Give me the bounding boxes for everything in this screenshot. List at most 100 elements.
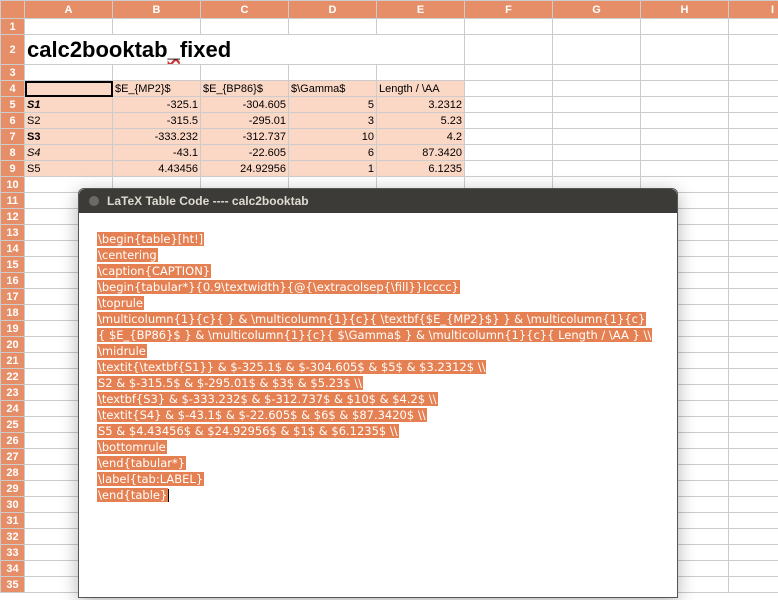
cell[interactable] bbox=[553, 97, 641, 113]
cell[interactable] bbox=[641, 129, 729, 145]
cell[interactable] bbox=[729, 289, 778, 305]
cell[interactable] bbox=[113, 65, 201, 81]
cell[interactable] bbox=[553, 113, 641, 129]
latex-line[interactable]: \multicolumn{1}{c}{ } & \multicolumn{1}{… bbox=[97, 311, 659, 327]
cell[interactable] bbox=[729, 433, 778, 449]
dialog-titlebar[interactable]: LaTeX Table Code ---- calc2booktab bbox=[79, 189, 677, 213]
cell[interactable]: 6 bbox=[289, 145, 377, 161]
latex-code-body[interactable]: \begin{table}[ht!]\centering\caption{CAP… bbox=[79, 213, 677, 521]
cell[interactable]: 4.2 bbox=[377, 129, 465, 145]
cell[interactable]: 87.3420 bbox=[377, 145, 465, 161]
cell[interactable]: -312.737 bbox=[201, 129, 289, 145]
table-header-cell[interactable] bbox=[25, 81, 113, 97]
cell[interactable] bbox=[641, 65, 729, 81]
cell[interactable] bbox=[729, 273, 778, 289]
cell[interactable]: -22.605 bbox=[201, 145, 289, 161]
col-header[interactable]: I bbox=[729, 1, 778, 19]
cell[interactable] bbox=[289, 65, 377, 81]
cell[interactable] bbox=[729, 241, 778, 257]
cell[interactable] bbox=[729, 577, 778, 593]
row-header[interactable]: 32 bbox=[1, 529, 25, 545]
row-header[interactable]: 23 bbox=[1, 385, 25, 401]
row-header[interactable]: 27 bbox=[1, 449, 25, 465]
latex-line[interactable]: \textit{\textbf{S1}} & $-325.1$ & $-304.… bbox=[97, 359, 659, 375]
cell[interactable] bbox=[201, 65, 289, 81]
row-header[interactable]: 11 bbox=[1, 193, 25, 209]
cell[interactable] bbox=[641, 19, 729, 35]
cell[interactable] bbox=[729, 65, 778, 81]
cell[interactable] bbox=[729, 337, 778, 353]
title-cell[interactable]: calc2booktab_fixed bbox=[25, 35, 465, 65]
row-header[interactable]: 13 bbox=[1, 225, 25, 241]
row-header[interactable]: 21 bbox=[1, 353, 25, 369]
cell[interactable] bbox=[729, 369, 778, 385]
latex-line[interactable]: S5 & $4.43456$ & $24.92956$ & $1$ & $6.1… bbox=[97, 423, 659, 439]
col-header[interactable]: B bbox=[113, 1, 201, 19]
cell[interactable]: 4.43456 bbox=[113, 161, 201, 177]
col-header[interactable]: D bbox=[289, 1, 377, 19]
cell[interactable] bbox=[641, 81, 729, 97]
cell[interactable] bbox=[729, 81, 778, 97]
latex-code-dialog[interactable]: LaTeX Table Code ---- calc2booktab \begi… bbox=[78, 188, 678, 598]
cell[interactable] bbox=[465, 97, 553, 113]
cell[interactable] bbox=[553, 65, 641, 81]
col-header[interactable]: A bbox=[25, 1, 113, 19]
cell[interactable]: 10 bbox=[289, 129, 377, 145]
table-header-cell[interactable]: Length / \AA bbox=[377, 81, 465, 97]
row-header[interactable]: 28 bbox=[1, 465, 25, 481]
corner-cell[interactable] bbox=[1, 1, 25, 19]
cell[interactable] bbox=[465, 81, 553, 97]
cell[interactable]: -315.5 bbox=[113, 113, 201, 129]
latex-line[interactable]: \textbf{S3} & $-333.232$ & $-312.737$ & … bbox=[97, 391, 659, 407]
cell[interactable]: S2 bbox=[25, 113, 113, 129]
cell[interactable] bbox=[465, 161, 553, 177]
row-header[interactable]: 22 bbox=[1, 369, 25, 385]
latex-line[interactable]: \toprule bbox=[97, 295, 659, 311]
cell[interactable] bbox=[729, 417, 778, 433]
cell[interactable]: S4 bbox=[25, 145, 113, 161]
cell[interactable]: 3 bbox=[289, 113, 377, 129]
cell[interactable] bbox=[553, 81, 641, 97]
row-header[interactable]: 34 bbox=[1, 561, 25, 577]
col-header[interactable]: C bbox=[201, 1, 289, 19]
col-header[interactable]: H bbox=[641, 1, 729, 19]
row-header[interactable]: 9 bbox=[1, 161, 25, 177]
cell[interactable] bbox=[25, 65, 113, 81]
cell[interactable] bbox=[729, 561, 778, 577]
cell[interactable] bbox=[729, 161, 778, 177]
latex-line[interactable]: \end{tabular*} bbox=[97, 455, 659, 471]
cell[interactable] bbox=[465, 129, 553, 145]
table-header-cell[interactable]: $E_{BP86}$ bbox=[201, 81, 289, 97]
cell[interactable] bbox=[113, 19, 201, 35]
cell[interactable] bbox=[465, 145, 553, 161]
cell[interactable]: 5.23 bbox=[377, 113, 465, 129]
cell[interactable] bbox=[465, 113, 553, 129]
cell[interactable] bbox=[729, 353, 778, 369]
latex-line[interactable]: \textit{S4} & $-43.1$ & $-22.605$ & $6$ … bbox=[97, 407, 659, 423]
latex-line[interactable]: \label{tab:LABEL} bbox=[97, 471, 659, 487]
table-header-cell[interactable]: $\Gamma$ bbox=[289, 81, 377, 97]
latex-line[interactable]: \end{table} bbox=[97, 487, 659, 503]
cell[interactable]: -295.01 bbox=[201, 113, 289, 129]
close-icon[interactable] bbox=[89, 196, 99, 206]
latex-line[interactable]: \begin{table}[ht!] bbox=[97, 231, 659, 247]
cell[interactable] bbox=[729, 177, 778, 193]
cell[interactable] bbox=[465, 65, 553, 81]
cell[interactable] bbox=[641, 35, 729, 65]
cell[interactable]: -333.232 bbox=[113, 129, 201, 145]
cell[interactable] bbox=[729, 257, 778, 273]
cell[interactable]: -304.605 bbox=[201, 97, 289, 113]
row-header[interactable]: 30 bbox=[1, 497, 25, 513]
row-header[interactable]: 20 bbox=[1, 337, 25, 353]
cell[interactable]: S1 bbox=[25, 97, 113, 113]
cell[interactable] bbox=[729, 129, 778, 145]
cell[interactable] bbox=[553, 145, 641, 161]
row-header[interactable]: 1 bbox=[1, 19, 25, 35]
cell[interactable] bbox=[289, 19, 377, 35]
cell[interactable]: S5 bbox=[25, 161, 113, 177]
row-header[interactable]: 17 bbox=[1, 289, 25, 305]
row-header[interactable]: 24 bbox=[1, 401, 25, 417]
table-header-cell[interactable]: $E_{MP2}$ bbox=[113, 81, 201, 97]
row-header[interactable]: 18 bbox=[1, 305, 25, 321]
row-header[interactable]: 26 bbox=[1, 433, 25, 449]
